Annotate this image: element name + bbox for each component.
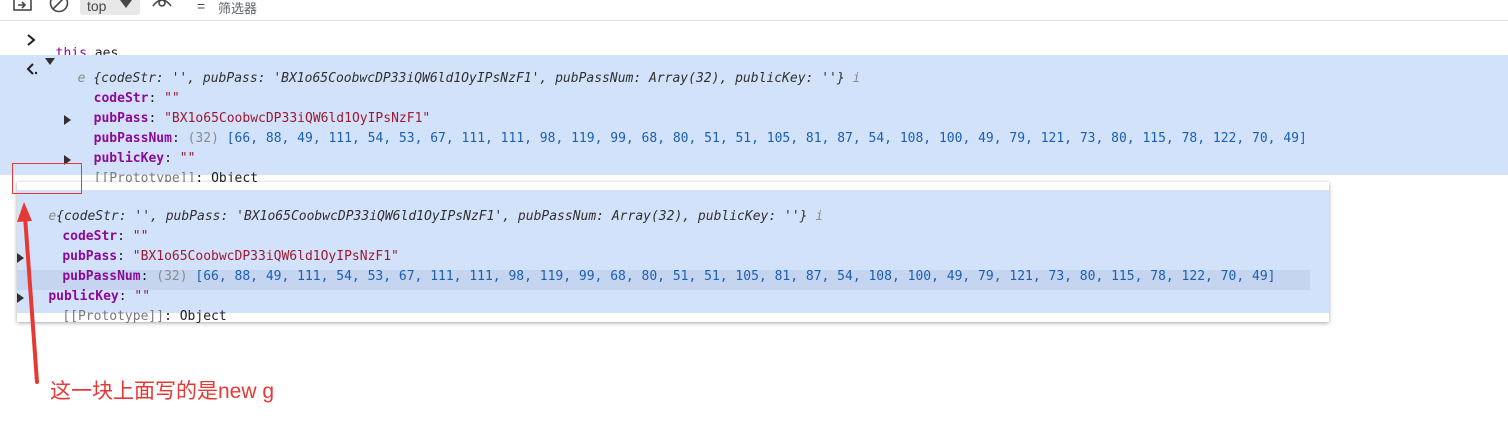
result-arrow-icon bbox=[26, 63, 38, 75]
result-summary[interactable]: e {codeStr: '', pubPass: 'BX1o65CoobwcDP… bbox=[62, 56, 861, 86]
prop-key: [[Prototype]] bbox=[62, 309, 165, 324]
clear-console-icon[interactable] bbox=[49, 0, 71, 14]
chevron-down-icon bbox=[120, 0, 132, 8]
pasted-prop-prototype: [[Prototype]]: Object bbox=[62, 309, 227, 324]
sidebar-toggle-icon[interactable] bbox=[13, 0, 35, 14]
expand-triangle-icon[interactable] bbox=[45, 58, 55, 65]
prop-value: [66, 88, 49, 111, 54, 53, 67, 111, 111, … bbox=[226, 131, 1307, 146]
context-selector[interactable]: top bbox=[80, 0, 140, 15]
annotation-highlight-box bbox=[12, 163, 82, 194]
info-icon[interactable]: i bbox=[853, 71, 861, 86]
expand-triangle-icon[interactable] bbox=[64, 115, 71, 125]
prompt-chevron-icon bbox=[27, 34, 36, 46]
summary-text: {codeStr: '', pubPass: 'BX1o65CoobwcDP33… bbox=[56, 209, 808, 224]
console-toolbar: top = 筛选器 bbox=[0, 0, 1508, 21]
pasted-screenshot-panel: e{codeStr: '', pubPass: 'BX1o65CoobwcDP3… bbox=[17, 182, 1329, 324]
pasted-prop-pubPassNum: pubPassNum: (32) [66, 88, 49, 111, 54, 5… bbox=[62, 269, 1276, 284]
array-length: (32) bbox=[156, 269, 188, 284]
annotation-arrow-icon bbox=[17, 202, 39, 384]
filter-icon: = bbox=[197, 0, 206, 14]
annotation-text: 这一块上面写的是new g bbox=[50, 380, 275, 403]
summary-text: {codeStr: '', pubPass: 'BX1o65CoobwcDP33… bbox=[93, 71, 845, 86]
filter-placeholder: 筛选器 bbox=[218, 1, 258, 16]
prop-value: Object bbox=[179, 309, 227, 324]
filter-input[interactable]: = 筛选器 bbox=[183, 0, 1508, 16]
live-expression-eye-icon[interactable] bbox=[150, 0, 176, 14]
context-label: top bbox=[87, 0, 107, 14]
prop-value: [66, 88, 49, 111, 54, 53, 67, 111, 111, … bbox=[195, 269, 1276, 284]
prop-pubPassNum[interactable]: pubPassNum: (32) [66, 88, 49, 111, 54, 5… bbox=[78, 116, 1307, 146]
info-icon: i bbox=[815, 209, 824, 224]
